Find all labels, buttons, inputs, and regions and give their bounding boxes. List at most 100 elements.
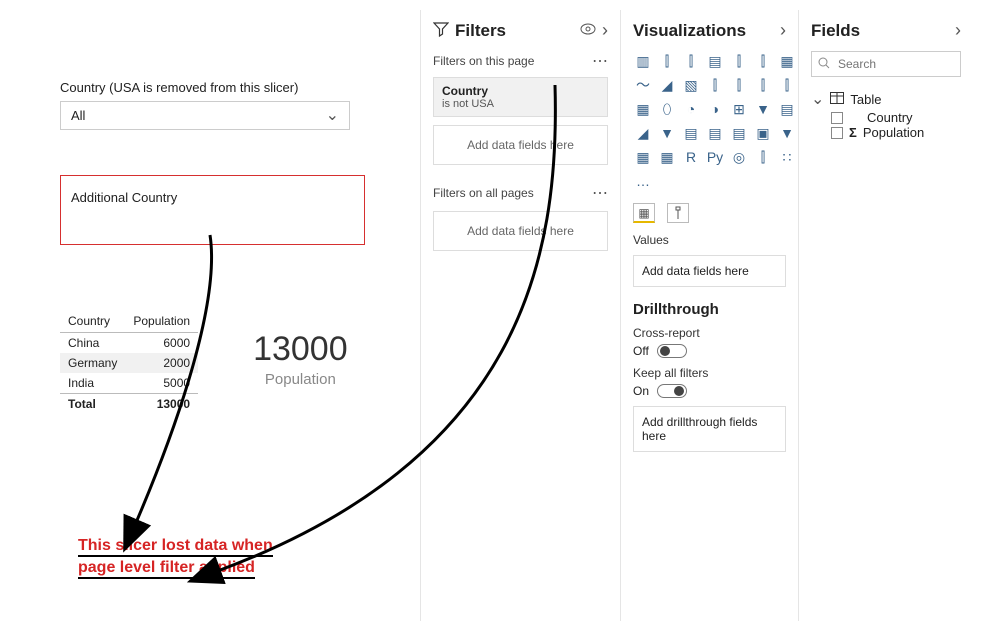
field-country-label: Country xyxy=(867,110,913,125)
viz-type-0[interactable]: ▥ xyxy=(633,51,653,71)
table-icon xyxy=(830,92,844,107)
table-row: China6000 xyxy=(60,333,198,354)
fields-search-input[interactable] xyxy=(836,56,995,72)
table-head-population: Population xyxy=(125,310,198,333)
report-canvas: Country (USA is removed from this slicer… xyxy=(0,0,420,631)
collapse-filters-icon[interactable] xyxy=(602,20,608,41)
viz-type-13[interactable]: ⫿ xyxy=(777,75,797,95)
field-country[interactable]: Country xyxy=(811,110,961,125)
page-filter-dropzone[interactable]: Add data fields here xyxy=(433,125,608,165)
viz-type-21[interactable]: ◢ xyxy=(633,123,653,143)
fields-tree: Table Country Σ Population xyxy=(811,89,961,140)
slicer2-visual[interactable]: Additional Country xyxy=(60,175,365,245)
all-pages-filters-more-icon[interactable] xyxy=(592,183,608,203)
table-name: Table xyxy=(850,92,881,107)
viz-type-16[interactable]: ◔ xyxy=(681,99,701,119)
values-dropzone[interactable]: Add data fields here xyxy=(633,255,786,287)
card-label: Population xyxy=(253,371,348,388)
fields-pane: Fields Table Country Σ Population xyxy=(798,10,973,621)
format-well-icon[interactable] xyxy=(667,203,689,223)
viz-type-10[interactable]: ⫿ xyxy=(705,75,725,95)
viz-type-4[interactable]: ⫿ xyxy=(729,51,749,71)
viz-type-27[interactable]: ▼ xyxy=(777,123,797,143)
viz-type-26[interactable]: ▣ xyxy=(753,123,773,143)
expand-icon[interactable] xyxy=(811,92,824,107)
drillthrough-title: Drillthrough xyxy=(633,301,786,318)
viz-type-34[interactable]: ∷ xyxy=(777,147,797,167)
viz-type-18[interactable]: ⊞ xyxy=(729,99,749,119)
viz-type-17[interactable]: ◑ xyxy=(705,99,725,119)
viz-type-29[interactable]: ▦ xyxy=(657,147,677,167)
eye-icon[interactable] xyxy=(580,22,596,39)
viz-type-19[interactable]: ▼ xyxy=(753,99,773,119)
viz-type-24[interactable]: ▤ xyxy=(705,123,725,143)
keep-filters-toggle[interactable] xyxy=(657,384,687,398)
cross-report-state: Off xyxy=(633,344,649,358)
filters-pane: Filters Filters on this page Country is … xyxy=(420,10,620,621)
viz-title: Visualizations xyxy=(633,21,774,41)
viz-type-1[interactable]: ⫿ xyxy=(657,51,677,71)
viz-type-20[interactable]: ▤ xyxy=(777,99,797,119)
values-label: Values xyxy=(633,233,786,247)
viz-type-6[interactable]: ▦ xyxy=(777,51,797,71)
viz-type-2[interactable]: ⫿ xyxy=(681,51,701,71)
fields-well-icon[interactable]: ▦ xyxy=(633,203,655,223)
field-population[interactable]: Σ Population xyxy=(811,125,961,140)
page-filter-card[interactable]: Country is not USA xyxy=(433,77,608,117)
field-wells-switch: ▦ xyxy=(633,203,786,223)
viz-type-8[interactable]: ◢ xyxy=(657,75,677,95)
viz-type-28[interactable]: ▦ xyxy=(633,147,653,167)
search-icon xyxy=(818,57,830,72)
viz-type-22[interactable]: ▼ xyxy=(657,123,677,143)
visualizations-pane: Visualizations ▥⫿⫿▤⫿⫿▦〜◢▧⫿⫿⫿⫿▦⬯◔◑⊞▼▤◢▼▤▤… xyxy=(620,10,798,621)
viz-type-7[interactable]: 〜 xyxy=(633,75,653,95)
keep-filters-label: Keep all filters xyxy=(633,366,786,380)
viz-type-25[interactable]: ▤ xyxy=(729,123,749,143)
viz-type-33[interactable]: ⫿ xyxy=(753,147,773,167)
table-total-row: Total13000 xyxy=(60,394,198,415)
viz-type-31[interactable]: Py xyxy=(705,147,725,167)
population-table[interactable]: Country Population China6000 Germany2000… xyxy=(60,310,198,414)
viz-type-5[interactable]: ⫿ xyxy=(753,51,773,71)
filter-field-name: Country xyxy=(442,84,599,98)
population-card[interactable]: 13000 Population xyxy=(253,330,348,388)
slicer1-title: Country (USA is removed from this slicer… xyxy=(60,80,380,95)
collapse-viz-icon[interactable] xyxy=(780,20,786,41)
checkbox-population[interactable] xyxy=(831,127,843,139)
viz-type-35[interactable]: … xyxy=(633,171,653,191)
all-pages-filter-dropzone[interactable]: Add data fields here xyxy=(433,211,608,251)
chevron-down-icon xyxy=(326,108,339,123)
filters-on-page-label: Filters on this page xyxy=(433,54,534,68)
viz-type-15[interactable]: ⬯ xyxy=(657,99,677,119)
viz-type-32[interactable]: ◎ xyxy=(729,147,749,167)
viz-type-3[interactable]: ▤ xyxy=(705,51,725,71)
checkbox-country[interactable] xyxy=(831,112,843,124)
fields-search[interactable] xyxy=(811,51,961,77)
field-population-label: Population xyxy=(863,125,924,140)
funnel-icon xyxy=(433,21,449,40)
annotation-text: This slicer lost data when page level fi… xyxy=(78,535,273,578)
collapse-fields-icon[interactable] xyxy=(955,20,961,41)
viz-type-23[interactable]: ▤ xyxy=(681,123,701,143)
viz-type-30[interactable]: R xyxy=(681,147,701,167)
slicer1-value: All xyxy=(71,108,85,123)
cross-report-label: Cross-report xyxy=(633,326,786,340)
keep-filters-state: On xyxy=(633,384,649,398)
viz-type-12[interactable]: ⫿ xyxy=(753,75,773,95)
table-row: India5000 xyxy=(60,373,198,394)
drillthrough-dropzone[interactable]: Add drillthrough fields here xyxy=(633,406,786,452)
sigma-icon: Σ xyxy=(849,125,857,140)
cross-report-toggle[interactable] xyxy=(657,344,687,358)
viz-type-14[interactable]: ▦ xyxy=(633,99,653,119)
table-node[interactable]: Table xyxy=(811,89,961,110)
table-head-country: Country xyxy=(60,310,125,333)
filters-title: Filters xyxy=(455,21,574,41)
table-row: Germany2000 xyxy=(60,353,198,373)
filter-condition: is not USA xyxy=(442,98,599,110)
slicer2-title: Additional Country xyxy=(71,190,177,205)
viz-type-9[interactable]: ▧ xyxy=(681,75,701,95)
viz-type-11[interactable]: ⫿ xyxy=(729,75,749,95)
viz-gallery: ▥⫿⫿▤⫿⫿▦〜◢▧⫿⫿⫿⫿▦⬯◔◑⊞▼▤◢▼▤▤▤▣▼▦▦RPy◎⫿∷… xyxy=(633,51,786,191)
slicer1-dropdown[interactable]: All xyxy=(60,101,350,130)
page-filters-more-icon[interactable] xyxy=(592,51,608,71)
